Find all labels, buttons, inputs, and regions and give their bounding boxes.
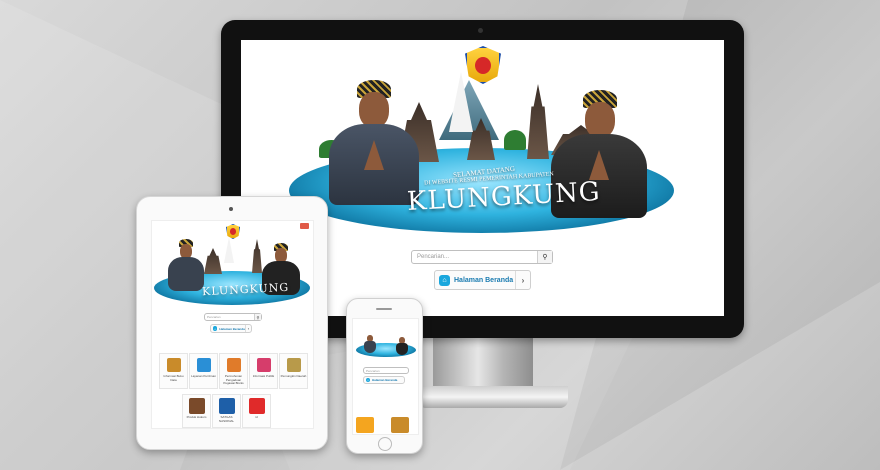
tile-pengaduan[interactable]: Permohonan Pengaduan Pegawai Bisnis [219,353,248,389]
tablet-screen: KLUNGKUNG Pencarian ⚲ ⌂ Halaman Beranda … [151,220,314,429]
chevron-right-icon: › [515,271,530,289]
phone-speaker [376,308,392,310]
home-button-label: Halaman Beranda [454,276,514,284]
phone-device: Pencarian ⌂ Halaman Beranda [346,298,423,454]
monitor-stand-base [418,386,568,408]
monitor-stand [433,338,533,388]
tile-pemungkin-daerah[interactable]: Pemungkin Daerah [279,353,308,389]
home-button-label: Halaman Beranda [372,378,398,382]
official-photo-left [168,239,204,291]
book-icon [166,358,181,372]
home-button[interactable]: ⌂ Halaman Beranda › [434,270,531,290]
home-button-label: Halaman Beranda [219,326,245,331]
search-icon[interactable]: ⚲ [254,314,261,320]
chevron-right-icon: › [244,325,251,332]
gavel-icon [188,398,205,414]
tile-id[interactable]: id [242,394,271,428]
home-button[interactable]: ⌂ Halaman Beranda › [210,324,252,333]
tile-produk-hukum[interactable]: Produk Hukum [182,394,211,428]
search-input[interactable]: Pencarian [364,369,408,373]
banner-temple [527,84,549,159]
tile-complaint[interactable] [356,417,374,433]
home-button[interactable]: ⌂ Halaman Beranda [363,376,405,384]
tile-informasi-buku-data[interactable]: Informasi Buku Data [159,353,188,389]
tablet-device: KLUNGKUNG Pencarian ⚲ ⌂ Halaman Beranda … [136,196,328,450]
welcome-banner [356,331,416,357]
search-bar: Pencarian... ⚲ [411,250,553,264]
permit-icon [196,358,211,372]
phone-home-button[interactable] [378,437,392,451]
building-icon [286,358,301,372]
chart-icon [256,358,271,372]
phone-screen: Pencarian ⌂ Halaman Beranda [352,318,419,435]
id-logo-icon [248,398,265,414]
tablet-camera [229,207,233,211]
official-photo-right [396,337,408,355]
home-icon: ⌂ [439,274,450,286]
search-icon[interactable]: ⚲ [537,251,552,263]
search-bar: Pencarian [363,367,409,374]
tile-layanan-perizinan[interactable]: Layanan Perizinan [189,353,218,389]
banner-palm [504,130,526,150]
official-photo-left [364,335,376,353]
home-icon: ⌂ [366,378,370,382]
search-bar: Pencarian ⚲ [204,313,262,321]
search-input[interactable]: Pencarian [205,315,254,319]
monitor-camera [478,28,483,33]
ship-icon [218,398,235,414]
tile-informasi-publik[interactable]: Informasi Publik [249,353,278,389]
menu-icon[interactable] [300,223,309,229]
tile-satgas[interactable]: SATGAS NASIONAL [212,394,241,428]
complaint-icon [226,358,241,372]
tile-book[interactable] [391,417,409,433]
welcome-banner: SELAMAT DATANG DI WEBSITE RESMI PEMERINT… [289,70,679,235]
welcome-banner: KLUNGKUNG [154,233,312,305]
search-input[interactable]: Pencarian... [412,254,537,260]
home-icon: ⌂ [213,326,218,331]
